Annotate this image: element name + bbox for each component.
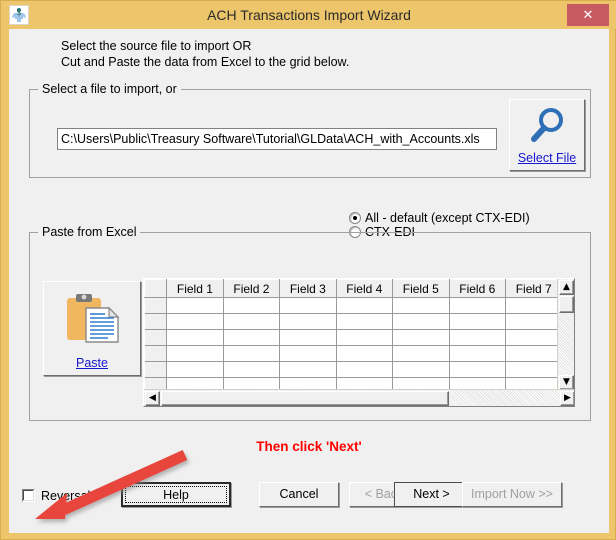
cancel-button[interactable]: Cancel	[259, 482, 339, 507]
select-file-groupbox-title: Select a file to import, or	[38, 82, 181, 96]
grid-column-header[interactable]: Field 1	[167, 280, 223, 298]
grid-header-row: Field 1 Field 2 Field 3 Field 4 Field 5 …	[145, 280, 576, 298]
import-now-button: Import Now >>	[462, 482, 562, 507]
paste-from-excel-groupbox: Paste from Excel	[29, 232, 591, 421]
scroll-down-button[interactable]: ▼	[559, 375, 574, 390]
grid-corner-header	[145, 280, 167, 298]
grid-column-header[interactable]: Field 7	[505, 280, 561, 298]
grid-cell[interactable]	[223, 298, 279, 314]
grid-cell[interactable]	[449, 362, 505, 378]
paste-button-label: Paste	[44, 356, 140, 370]
grid-cell[interactable]	[336, 330, 392, 346]
select-file-button-label: Select File	[510, 151, 584, 165]
chevron-right-icon: ▶	[561, 392, 574, 405]
table-row	[145, 362, 576, 378]
paste-button[interactable]: Paste	[43, 281, 141, 376]
grid-cell[interactable]	[223, 314, 279, 330]
grid-cell[interactable]	[336, 346, 392, 362]
grid-cell[interactable]	[167, 314, 223, 330]
select-file-groupbox: Select a file to import, or C:\Users\Pub…	[29, 89, 591, 178]
grid-cell[interactable]	[505, 314, 561, 330]
grid-cell[interactable]	[449, 346, 505, 362]
title-bar: $ ACH Transactions Import Wizard ✕	[1, 1, 616, 29]
instructions-line-2: Cut and Paste the data from Excel to the…	[61, 54, 349, 70]
clipboard-document-icon	[64, 290, 122, 348]
window-title: ACH Transactions Import Wizard	[1, 1, 616, 29]
grid-cell[interactable]	[167, 346, 223, 362]
grid-cell[interactable]	[223, 330, 279, 346]
grid-cell[interactable]	[336, 362, 392, 378]
reversal-checkbox[interactable]: Reversal	[22, 489, 90, 503]
chevron-down-icon: ▼	[560, 376, 573, 389]
grid-cell[interactable]	[167, 330, 223, 346]
grid-cell[interactable]	[393, 298, 449, 314]
grid-cell[interactable]	[393, 330, 449, 346]
grid-vertical-scrollbar[interactable]: ▲ ▼	[557, 279, 574, 391]
chevron-up-icon: ▲	[560, 281, 573, 294]
application-window: $ ACH Transactions Import Wizard ✕ Selec…	[0, 0, 616, 540]
paste-groupbox-title: Paste from Excel	[38, 225, 140, 239]
grid-cell[interactable]	[393, 362, 449, 378]
next-hint-text: Then click 'Next'	[9, 439, 609, 454]
grid-cell[interactable]	[280, 298, 336, 314]
grid-cell[interactable]	[449, 298, 505, 314]
radio-all-default-mark	[349, 212, 361, 224]
grid-cell[interactable]	[505, 330, 561, 346]
grid-cell[interactable]	[505, 362, 561, 378]
file-path-input[interactable]: C:\Users\Public\Treasury Software\Tutori…	[57, 128, 497, 150]
grid-row-header[interactable]	[145, 362, 167, 378]
grid-cell[interactable]	[505, 346, 561, 362]
grid-horizontal-scrollbar[interactable]: ◀ ▶	[144, 389, 575, 406]
radio-all-default[interactable]: All - default (except CTX-EDI)	[349, 211, 530, 225]
grid-cell[interactable]	[280, 314, 336, 330]
table-row	[145, 346, 576, 362]
radio-all-default-label: All - default (except CTX-EDI)	[365, 211, 530, 225]
grid-column-header[interactable]: Field 5	[393, 280, 449, 298]
help-button[interactable]: Help	[121, 482, 231, 507]
grid-table: Field 1 Field 2 Field 3 Field 4 Field 5 …	[144, 279, 575, 407]
close-button[interactable]: ✕	[567, 4, 609, 26]
grid-cell[interactable]	[336, 298, 392, 314]
grid-cell[interactable]	[449, 330, 505, 346]
reversal-label: Reversal	[41, 489, 90, 503]
select-file-button[interactable]: Select File	[509, 99, 585, 171]
grid-row-header[interactable]	[145, 314, 167, 330]
grid-cell[interactable]	[280, 362, 336, 378]
grid-cell[interactable]	[449, 314, 505, 330]
grid-cell[interactable]	[393, 346, 449, 362]
magnifier-icon	[526, 106, 570, 146]
excel-paste-grid[interactable]: Field 1 Field 2 Field 3 Field 4 Field 5 …	[143, 278, 575, 407]
grid-cell[interactable]	[223, 362, 279, 378]
grid-column-header[interactable]: Field 4	[336, 280, 392, 298]
grid-column-header[interactable]: Field 2	[223, 280, 279, 298]
instructions-line-1: Select the source file to import OR	[61, 38, 251, 54]
grid-cell[interactable]	[505, 298, 561, 314]
vertical-scroll-thumb[interactable]	[559, 296, 574, 313]
chevron-left-icon: ◀	[146, 392, 159, 405]
grid-cell[interactable]	[393, 314, 449, 330]
table-row	[145, 298, 576, 314]
scroll-left-button[interactable]: ◀	[145, 391, 160, 406]
grid-cell[interactable]	[167, 362, 223, 378]
reversal-checkbox-mark	[22, 489, 35, 502]
table-row	[145, 314, 576, 330]
grid-cell[interactable]	[167, 298, 223, 314]
grid-column-header[interactable]: Field 3	[280, 280, 336, 298]
horizontal-scroll-thumb[interactable]	[161, 391, 449, 406]
table-row	[145, 330, 576, 346]
grid-cell[interactable]	[223, 346, 279, 362]
grid-cell[interactable]	[280, 330, 336, 346]
grid-cell[interactable]	[280, 346, 336, 362]
grid-row-header[interactable]	[145, 298, 167, 314]
scroll-right-button[interactable]: ▶	[560, 391, 575, 406]
help-button-label: Help	[125, 486, 227, 503]
scroll-up-button[interactable]: ▲	[559, 280, 574, 295]
grid-row-header[interactable]	[145, 346, 167, 362]
grid-cell[interactable]	[336, 314, 392, 330]
grid-row-header[interactable]	[145, 330, 167, 346]
next-button[interactable]: Next >	[394, 482, 469, 507]
grid-column-header[interactable]: Field 6	[449, 280, 505, 298]
dialog-client-area: Select the source file to import OR Cut …	[9, 29, 609, 533]
